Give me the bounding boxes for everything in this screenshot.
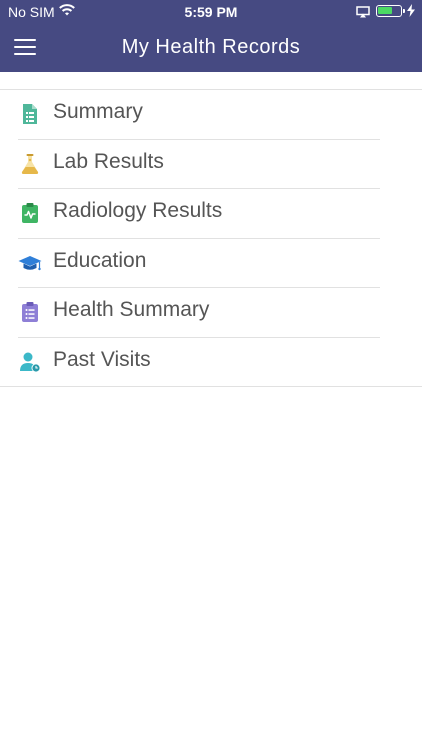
records-menu-list: Summary Lab Results Radiology Results Ed…: [0, 90, 422, 387]
menu-item-label: Radiology Results: [53, 199, 223, 222]
menu-item-label: Summary: [53, 100, 143, 123]
battery-fill: [378, 7, 392, 14]
menu-item-label: Lab Results: [53, 149, 164, 173]
menu-item-past-visits[interactable]: Past Visits: [0, 338, 422, 387]
menu-item-label: Education: [53, 248, 147, 272]
menu-item-summary[interactable]: Summary: [0, 90, 422, 140]
graduation-cap-icon: [18, 251, 42, 275]
clipboard-pulse-icon: [18, 201, 42, 225]
document-list-icon: [18, 102, 42, 126]
battery-icon: [376, 5, 405, 17]
page-title: My Health Records: [121, 36, 301, 58]
airplay-icon: [356, 5, 370, 21]
status-bar: No SIM 5:59 PM: [0, 0, 422, 24]
menu-item-education[interactable]: Education: [0, 239, 422, 288]
clipboard-list-icon: [18, 300, 42, 324]
user-clock-icon: [18, 350, 42, 374]
charging-bolt-icon: [407, 4, 415, 20]
menu-item-label: Past Visits: [53, 347, 151, 371]
menu-item-radiology-results[interactable]: Radiology Results: [0, 189, 422, 239]
menu-item-health-summary[interactable]: Health Summary: [0, 288, 422, 338]
menu-item-label: Health Summary: [53, 298, 210, 321]
menu-item-lab-results[interactable]: Lab Results: [0, 140, 422, 189]
top-bar: No SIM 5:59 PM My Health Records: [0, 0, 422, 72]
nav-bar: My Health Records: [0, 24, 422, 72]
flask-icon: [18, 152, 42, 176]
